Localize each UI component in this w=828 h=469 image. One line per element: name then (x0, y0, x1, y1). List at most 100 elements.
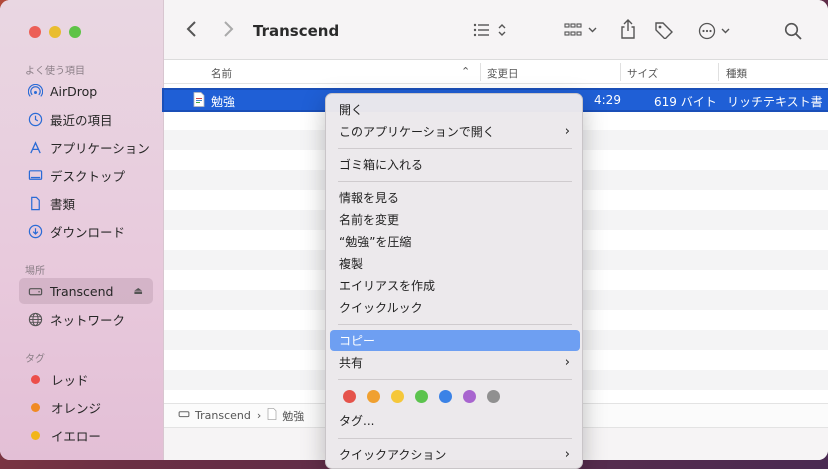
back-button[interactable] (186, 20, 198, 42)
sidebar-item-label: アプリケーション (50, 140, 150, 156)
menu-item-make-alias[interactable]: エイリアスを作成 (330, 275, 580, 296)
menu-item-label: 名前を変更 (339, 213, 400, 227)
clock-icon (27, 111, 43, 127)
sidebar-item-label: ネットワーク (50, 312, 126, 328)
column-size-header[interactable]: サイズ (627, 66, 658, 81)
sidebar-item-downloads[interactable]: ダウンロード (19, 218, 153, 244)
sidebar-item-label: 最近の項目 (50, 112, 113, 128)
close-window-button[interactable] (29, 26, 41, 38)
sidebar-item-applications[interactable]: アプリケーション (19, 134, 153, 160)
file-size: 619 バイト (654, 95, 717, 109)
red-tag-dot-icon (31, 374, 40, 384)
menu-item-rename[interactable]: 名前を変更 (330, 209, 580, 230)
orange-tag-dot-icon (31, 402, 40, 412)
favorites-heading: よく使う項目 (25, 66, 85, 77)
sidebar-item-airdrop[interactable]: AirDrop (19, 78, 153, 104)
drive-icon (178, 408, 190, 423)
document-icon (27, 195, 43, 211)
locations-heading: 場所 (25, 266, 45, 277)
forward-button[interactable] (222, 20, 234, 42)
sidebar-item-label: デスクトップ (50, 168, 126, 184)
column-kind-header[interactable]: 種類 (726, 66, 747, 81)
tag-button[interactable] (654, 21, 674, 43)
column-name-header[interactable]: 名前 (211, 66, 232, 81)
menu-item-open-with[interactable]: このアプリケーションで開く › (330, 121, 580, 142)
sidebar: よく使う項目 AirDrop 最近の項目 アプリケーション デスクトップ 書類 … (0, 0, 164, 460)
zoom-window-button[interactable] (69, 26, 81, 38)
menu-item-label: ゴミ箱に入れる (339, 158, 424, 172)
more-actions-icon (698, 22, 730, 40)
minimize-window-button[interactable] (49, 26, 61, 38)
menu-separator (338, 324, 572, 325)
tag-color-red[interactable] (343, 390, 356, 403)
sidebar-item-label: ダウンロード (50, 224, 126, 240)
tag-color-purple[interactable] (463, 390, 476, 403)
menu-item-label: タグ... (339, 414, 375, 428)
eject-icon[interactable]: ⏏ (134, 286, 143, 297)
window-title: Transcend (253, 22, 340, 40)
menu-item-label: このアプリケーションで開く (339, 125, 495, 139)
column-divider (620, 63, 621, 81)
menu-item-open[interactable]: 開く (330, 99, 580, 120)
path-file[interactable]: 勉強 (282, 408, 304, 424)
sidebar-item-label: 書類 (50, 196, 76, 212)
tag-color-yellow[interactable] (391, 390, 404, 403)
sidebar-item-label: Transcend (50, 283, 114, 299)
sidebar-item-label: イエロー (51, 428, 101, 444)
tag-color-blue[interactable] (439, 390, 452, 403)
menu-item-copy[interactable]: コピー (330, 330, 580, 351)
menu-item-duplicate[interactable]: 複製 (330, 253, 580, 274)
menu-item-move-to-trash[interactable]: ゴミ箱に入れる (330, 154, 580, 175)
network-icon (27, 311, 43, 327)
rtf-file-icon (193, 92, 205, 110)
menu-item-label: クイックルック (339, 301, 423, 315)
context-menu: 開く このアプリケーションで開く › ゴミ箱に入れる 情報を見る 名前を変更 “勉… (325, 93, 583, 469)
chevron-right-icon: › (564, 124, 570, 139)
share-icon (621, 19, 635, 39)
column-divider (718, 63, 719, 81)
sidebar-item-tag-orange[interactable]: オレンジ (19, 394, 153, 420)
action-button[interactable] (698, 22, 734, 44)
list-view-button[interactable] (473, 22, 509, 42)
window-controls (29, 26, 81, 38)
path-root[interactable]: Transcend (195, 409, 251, 422)
menu-item-share[interactable]: 共有 › (330, 352, 580, 373)
applications-icon (27, 139, 43, 155)
group-button[interactable] (564, 22, 600, 42)
menu-separator (338, 438, 572, 439)
search-button[interactable] (784, 22, 802, 44)
menu-separator (338, 148, 572, 149)
sidebar-item-network[interactable]: ネットワーク (19, 306, 153, 332)
menu-item-quick-actions[interactable]: クイックアクション › (330, 444, 580, 465)
sidebar-item-documents[interactable]: 書類 (19, 190, 153, 216)
chevron-right-icon: › (564, 447, 570, 462)
sidebar-item-tag-yellow[interactable]: イエロー (19, 422, 153, 448)
sidebar-item-transcend[interactable]: Transcend ⏏ (19, 278, 153, 304)
menu-item-quick-look[interactable]: クイックルック (330, 297, 580, 318)
menu-item-get-info[interactable]: 情報を見る (330, 187, 580, 208)
file-name: 勉強 (211, 95, 236, 109)
toolbar: Transcend (164, 0, 828, 60)
sidebar-item-label: レッド (51, 372, 89, 388)
sidebar-item-label: オレンジ (51, 400, 102, 416)
tag-color-gray[interactable] (487, 390, 500, 403)
sort-chevron-up-icon[interactable]: ⌃ (461, 65, 470, 78)
menu-item-tags[interactable]: タグ... (330, 410, 580, 431)
tags-heading: タグ (25, 354, 45, 365)
tag-icon (655, 22, 673, 40)
share-button[interactable] (619, 19, 637, 43)
file-modified: 4:29 (594, 93, 621, 107)
rtf-file-icon (267, 408, 277, 423)
menu-item-label: クイックアクション (339, 448, 447, 462)
tag-color-orange[interactable] (367, 390, 380, 403)
sidebar-item-tag-red[interactable]: レッド (19, 366, 153, 392)
drive-icon (27, 283, 43, 299)
column-header: 名前 ⌃ 変更日 サイズ 種類 (164, 60, 828, 84)
column-modified-header[interactable]: 変更日 (487, 66, 519, 81)
menu-item-label: 開く (339, 103, 364, 117)
sidebar-item-desktop[interactable]: デスクトップ (19, 162, 153, 188)
menu-item-label: 複製 (339, 257, 364, 271)
sidebar-item-recents[interactable]: 最近の項目 (19, 106, 153, 132)
menu-item-compress[interactable]: “勉強”を圧縮 (330, 231, 580, 252)
tag-color-green[interactable] (415, 390, 428, 403)
